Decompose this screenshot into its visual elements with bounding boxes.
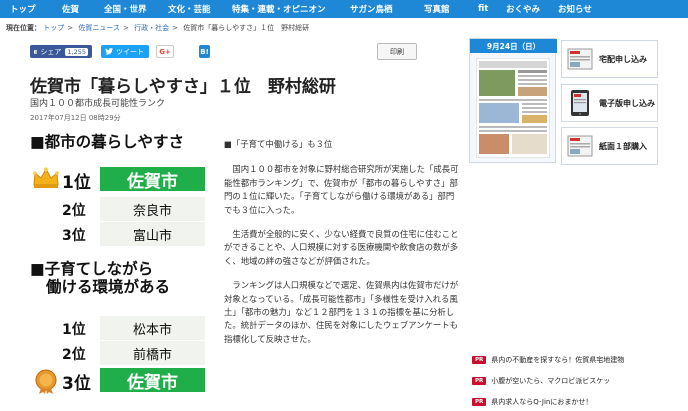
rank-label: 1位 [62, 322, 86, 338]
livability-rank-row: 1位 佐賀市 [30, 167, 220, 193]
graphic-heading-childcare-line1: ■子育てしながら [30, 260, 154, 278]
rank-city: 富山市 [100, 222, 205, 246]
pr-ad-text: 県内の不動産を探すなら！佐賀県宅地建物 [491, 356, 625, 364]
digital-edition-label: 電子版申し込み [599, 98, 655, 108]
rank-city: 佐賀市 [100, 167, 205, 192]
breadcrumb-lead: 現在位置： [6, 24, 41, 32]
rank-city: 佐賀市 [100, 368, 205, 393]
rank-label: 2位 [62, 203, 86, 219]
print-button[interactable]: 印刷 [377, 43, 417, 60]
breadcrumb-item-government[interactable]: 行政・社会 [134, 24, 169, 32]
single-copy-label: 紙面１部購入 [599, 141, 647, 151]
pr-ad-text: 県内求人ならQ-Jinにおまかせ！ [491, 398, 593, 406]
todays-paper-panel[interactable]: 9月24日（日） [469, 38, 557, 163]
graphic-heading-childcare-line2: 働ける環境がある [46, 277, 171, 296]
top-nav: トップ 佐賀 全国・世界 文化・芸能 特集・連載・オピニオン サガン鳥栖 写真館… [0, 0, 688, 18]
newspaper-icon [567, 48, 593, 70]
rank-label: 3位 [62, 374, 91, 394]
pr-ad-item[interactable]: PR 県内求人ならQ-Jinにおまかせ！ [472, 396, 662, 408]
livability-rank-row: 2位 奈良市 [30, 197, 220, 221]
pr-badge: PR [472, 356, 487, 364]
twitter-icon [105, 48, 113, 55]
childcare-rank-row: 2位 前橋市 [30, 341, 220, 365]
rank-city: 前橋市 [100, 341, 205, 365]
breadcrumb-item-current: 佐賀市「暮らしやすさ」１位 野村総研 [183, 24, 310, 32]
tweet-button[interactable]: ツイート [101, 45, 149, 58]
rank-label: 2位 [62, 347, 86, 363]
smartphone-icon [571, 90, 589, 116]
google-plus-icon: G+ [159, 47, 171, 56]
breadcrumb-item-saga-news[interactable]: 佐賀ニュース [78, 24, 120, 32]
nav-item-fit[interactable]: fit [478, 4, 506, 14]
rank-label: 3位 [62, 228, 86, 244]
nav-item-features[interactable]: 特集・連載・オピニオン [232, 3, 350, 15]
graphic-heading-childcare: ■子育てしながら 働ける環境がある [30, 260, 171, 297]
nav-item-culture[interactable]: 文化・芸能 [168, 3, 232, 15]
pr-ad-text: 小腹が空いたら、マクロビ派ビスケッ [491, 377, 611, 385]
home-delivery-label: 宅配申し込み [599, 54, 647, 64]
breadcrumb-separator: > [67, 24, 74, 32]
pr-badge: PR [472, 398, 487, 406]
article-paragraph: 国内１００都市を対象に野村総合研究所が実施した「成長可能性都市ランキング」で、佐… [224, 164, 459, 215]
paper-date: 9月24日（日） [470, 39, 557, 53]
hatena-bookmark-button[interactable]: B! [199, 45, 210, 58]
livability-rank-row: 3位 富山市 [30, 222, 220, 246]
nav-item-world[interactable]: 全国・世界 [104, 3, 168, 15]
nav-item-sagan-tosu[interactable]: サガン鳥栖 [350, 3, 424, 15]
breadcrumb-item-top[interactable]: トップ [43, 24, 64, 32]
childcare-rank-row: 1位 松本市 [30, 316, 220, 340]
digital-edition-button[interactable]: 電子版申し込み [561, 84, 658, 122]
single-copy-button[interactable]: 紙面１部購入 [561, 127, 658, 165]
facebook-icon [34, 49, 38, 54]
breadcrumb-separator: > [123, 24, 129, 32]
nav-item-saga[interactable]: 佐賀 [62, 3, 104, 15]
rank-city: 松本市 [100, 316, 205, 340]
nav-item-top[interactable]: トップ [10, 3, 62, 15]
home-delivery-button[interactable]: 宅配申し込み [561, 40, 658, 78]
ranking-graphic: ■都市の暮らしやすさ 1位 佐賀市 2位 奈良市 3位 富山市 ■子育てしながら… [30, 130, 220, 411]
childcare-rank-row: 3位 佐賀市 [30, 368, 220, 394]
pr-ad-item[interactable]: PR 小腹が空いたら、マクロビ派ビスケッ [472, 375, 662, 387]
breadcrumb-separator: > [172, 24, 178, 32]
google-plus-button[interactable]: G+ [156, 45, 174, 58]
nav-item-news[interactable]: お知らせ [558, 3, 610, 15]
pr-ad-item[interactable]: PR 県内の不動産を探すなら！佐賀県宅地建物 [472, 354, 662, 366]
print-button-label: 印刷 [390, 47, 404, 56]
nav-item-obituary[interactable]: おくやみ [506, 3, 558, 15]
rank-label: 1位 [62, 173, 91, 193]
facebook-share-count: 1,255 [65, 47, 88, 56]
nav-item-photo[interactable]: 写真館 [424, 3, 478, 15]
article-title: 佐賀市「暮らしやすさ」１位 野村総研 [30, 77, 336, 97]
article-paragraph: ランキングは人口規模などで選定、佐賀県内は佐賀市だけが対象となっている。「成長可… [224, 280, 459, 344]
pr-badge: PR [472, 377, 487, 385]
article-subtitle: 国内１００都市成長可能性ランク [30, 99, 166, 109]
newspaper-icon [567, 135, 593, 157]
article-paragraph: 生活費が全般的に安く、少ない経費で良質の住宅に住むことができることや、人口規模に… [224, 229, 459, 266]
article-subheading: ■「子育て中働ける」も３位 [224, 139, 333, 149]
newspaper-front-page-image [476, 58, 550, 158]
medal-icon [35, 369, 57, 394]
hatena-bookmark-icon: B! [200, 47, 209, 56]
article-date: 2017年07月12日 08時29分 [30, 114, 121, 122]
crown-icon [33, 167, 59, 188]
tweet-label: ツイート [116, 47, 144, 56]
breadcrumb: 現在位置： トップ > 佐賀ニュース > 行政・社会 > 佐賀市「暮らしやすさ」１位 … [6, 23, 309, 33]
facebook-share-label: シェア [40, 47, 62, 56]
graphic-heading-livability: ■都市の暮らしやすさ [30, 133, 184, 151]
rank-city: 奈良市 [100, 197, 205, 221]
article-body: ■「子育て中働ける」も３位 国内１００都市を対象に野村総合研究所が実施した「成長… [224, 138, 460, 357]
facebook-share-button[interactable]: シェア 1,255 [30, 45, 92, 58]
